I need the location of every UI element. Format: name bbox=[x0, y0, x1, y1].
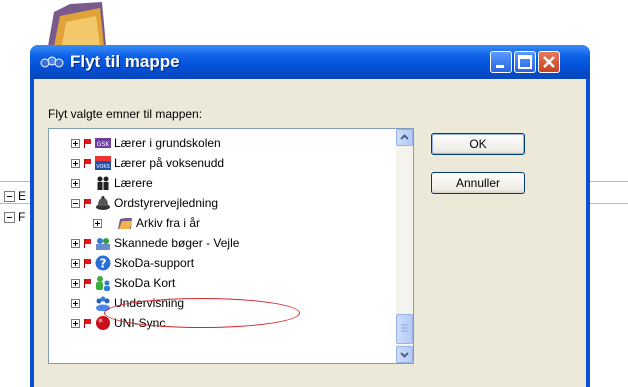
dialog-body: Flyt valgte emner til mappen: GSK Lærer … bbox=[34, 79, 586, 387]
close-icon bbox=[543, 56, 555, 68]
tree-item-selected[interactable]: Arkiv fra i år bbox=[93, 213, 200, 233]
tree-item[interactable]: Undervisning bbox=[71, 293, 184, 313]
folder-tree[interactable]: GSK Lærer i grundskolen VOKS Lærer på vo… bbox=[48, 128, 414, 364]
gsk-icon: GSK bbox=[95, 138, 111, 148]
svg-text:GSK: GSK bbox=[97, 141, 110, 148]
people-green-icon bbox=[96, 276, 110, 291]
tree-item-label: Lærer på voksenudd bbox=[114, 156, 225, 170]
dialog-title: Flyt til mappe bbox=[70, 52, 180, 71]
expand-icon[interactable] bbox=[71, 278, 80, 288]
close-button[interactable] bbox=[538, 51, 560, 73]
flag-icon bbox=[84, 198, 92, 208]
tree-item[interactable]: Ordstyrervejledning bbox=[71, 193, 218, 213]
tree-item[interactable]: SkoDa Kort bbox=[71, 273, 175, 293]
tree-item-label: SkoDa Kort bbox=[114, 276, 176, 290]
tree-item-label: Arkiv fra i år bbox=[136, 216, 201, 230]
chevron-up-icon bbox=[400, 134, 409, 140]
expand-icon[interactable] bbox=[71, 158, 80, 168]
tree-item[interactable]: VOKS Lærer på voksenudd bbox=[71, 153, 224, 173]
flag-icon bbox=[84, 138, 92, 148]
scanner-icon bbox=[96, 238, 110, 250]
minimize-icon bbox=[496, 65, 504, 68]
bg-row-label: F bbox=[18, 210, 26, 224]
tree-item-label: Undervisning bbox=[114, 296, 185, 310]
bg-row[interactable]: E bbox=[4, 189, 26, 203]
scroll-up-button[interactable] bbox=[396, 129, 413, 146]
expand-icon[interactable] bbox=[93, 218, 102, 228]
svg-text:?: ? bbox=[100, 257, 107, 271]
tree-item[interactable]: ? SkoDa-support bbox=[71, 253, 194, 273]
expand-icon[interactable] bbox=[71, 138, 80, 148]
red-ball-icon bbox=[96, 316, 110, 330]
chevron-down-icon bbox=[400, 352, 409, 358]
collapse-icon[interactable] bbox=[4, 190, 15, 202]
help-icon: ? bbox=[95, 255, 111, 271]
move-to-folder-dialog: Flyt til mappe Flyt valgte emner til map… bbox=[30, 45, 590, 387]
scroll-down-button[interactable] bbox=[396, 346, 413, 363]
vertical-scrollbar[interactable] bbox=[396, 129, 413, 363]
bell-icon bbox=[96, 196, 110, 210]
tree-item-label: UNI-Sync bbox=[114, 316, 166, 330]
maximize-button[interactable] bbox=[514, 51, 536, 73]
flag-icon bbox=[84, 258, 92, 268]
tree-item-label: Skannede bøger - Vejle bbox=[114, 236, 240, 250]
collapse-icon[interactable] bbox=[4, 211, 15, 223]
grip-icon bbox=[401, 324, 408, 332]
expand-icon[interactable] bbox=[71, 318, 80, 328]
tree-item[interactable]: GSK Lærer i grundskolen bbox=[71, 133, 221, 153]
folder-icon bbox=[48, 2, 106, 46]
tree-item-label: Lærere bbox=[114, 176, 153, 190]
title-bar[interactable]: Flyt til mappe bbox=[30, 45, 590, 79]
tree-item[interactable]: Lærere bbox=[71, 173, 153, 193]
collapse-icon[interactable] bbox=[71, 198, 80, 208]
cancel-button[interactable]: Annuller bbox=[431, 172, 525, 194]
flag-icon bbox=[84, 238, 92, 248]
bg-row[interactable]: F bbox=[4, 210, 25, 224]
flag-icon bbox=[84, 318, 92, 328]
ok-button[interactable]: OK bbox=[431, 133, 525, 155]
people-icon bbox=[97, 176, 109, 190]
tree-item[interactable]: Skannede bøger - Vejle bbox=[71, 233, 239, 253]
expand-icon[interactable] bbox=[71, 238, 80, 248]
expand-icon[interactable] bbox=[71, 178, 80, 188]
scroll-thumb[interactable] bbox=[396, 314, 413, 344]
voks-icon: VOKS bbox=[95, 156, 111, 170]
bg-row-label: E bbox=[18, 189, 27, 203]
folder-icon bbox=[118, 218, 132, 229]
expand-icon[interactable] bbox=[71, 258, 80, 268]
flag-icon bbox=[84, 158, 92, 168]
svg-text:VOKS: VOKS bbox=[96, 164, 110, 170]
expand-icon[interactable] bbox=[71, 298, 80, 308]
tree-item-label: Ordstyrervejledning bbox=[114, 196, 219, 210]
tree-item-label: Lærer i grundskolen bbox=[114, 136, 221, 150]
prompt-label: Flyt valgte emner til mappen: bbox=[48, 107, 203, 121]
group-icon bbox=[96, 296, 110, 311]
flag-icon bbox=[84, 278, 92, 288]
app-icon bbox=[40, 56, 64, 68]
tree-item[interactable]: UNI-Sync bbox=[71, 313, 165, 333]
minimize-button[interactable] bbox=[490, 51, 512, 73]
maximize-icon bbox=[518, 55, 532, 69]
tree-item-label: SkoDa-support bbox=[114, 256, 195, 270]
